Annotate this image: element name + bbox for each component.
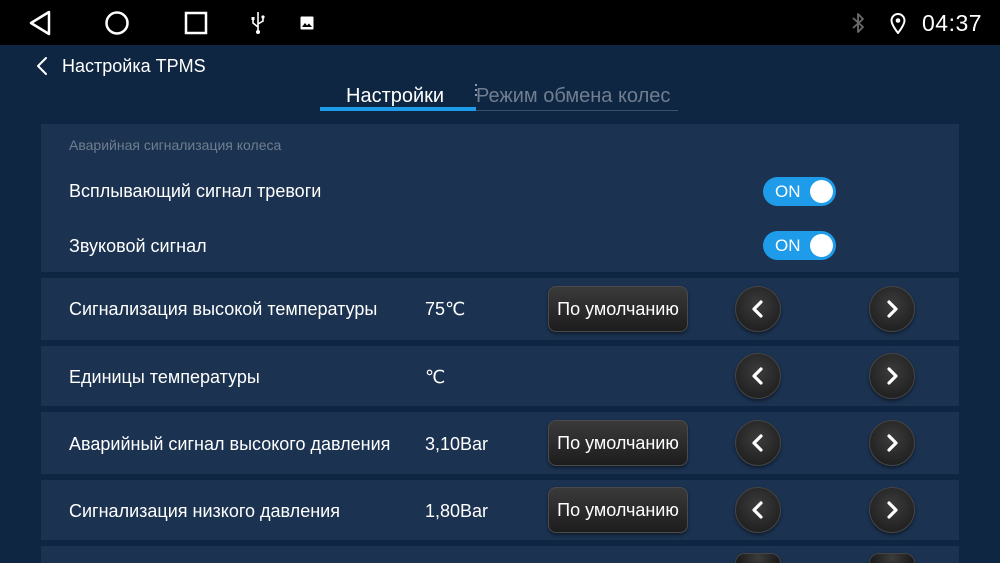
image-icon [300,16,314,30]
section-title: Аварийная сигнализация колеса [69,137,282,153]
low-pressure-value: 1,80Bar [425,501,489,521]
tab-settings[interactable]: Настройки [346,84,444,108]
popup-alarm-toggle[interactable]: ON [763,177,836,206]
page-title: Настройка TPMS [62,56,206,76]
temp-units-prev-button[interactable] [735,353,781,399]
toggle-state: ON [775,182,801,201]
toggle-knob [810,180,833,203]
clock: 04:37 [922,10,983,36]
chevron-left-icon[interactable] [34,55,50,77]
next-row-partial [41,546,959,563]
chevron-left-icon [752,434,763,452]
high-pressure-increase-button[interactable] [869,420,915,466]
high-temp-value: 75℃ [425,299,466,319]
high-temp-decrease-button[interactable] [735,286,781,332]
high-temp-default-button[interactable]: По умолчанию [548,286,688,332]
next-row-decrease-button[interactable] [735,553,781,563]
chevron-right-icon [887,300,898,318]
status-bar: 04:37 [0,0,1000,45]
recent-apps-icon[interactable] [184,11,208,35]
temp-units-next-button[interactable] [869,353,915,399]
chevron-right-icon [887,367,898,385]
sound-alarm-toggle[interactable]: ON [763,231,836,260]
high-pressure-label: Аварийный сигнал высокого давления [69,434,391,454]
usb-icon [250,11,266,35]
high-temp-label: Сигнализация высокой температуры [69,299,378,319]
popup-alarm-label: Всплывающий сигнал тревоги [69,181,322,201]
high-pressure-default-button[interactable]: По умолчанию [548,420,688,466]
back-icon[interactable] [28,10,52,36]
chevron-left-icon [752,367,763,385]
home-icon[interactable] [104,10,130,36]
tab-wheel-swap[interactable]: Режим обмена колес [476,84,670,108]
low-pressure-decrease-button[interactable] [735,487,781,533]
high-temp-increase-button[interactable] [869,286,915,332]
toggle-knob [810,234,833,257]
chevron-right-icon [887,501,898,519]
low-pressure-increase-button[interactable] [869,487,915,533]
high-pressure-decrease-button[interactable] [735,420,781,466]
temp-units-label: Единицы температуры [69,367,260,387]
sound-alarm-label: Звуковой сигнал [69,236,207,256]
temp-units-value: ℃ [425,367,446,387]
toggle-state: ON [775,236,801,255]
next-row-increase-button[interactable] [869,553,915,563]
chevron-left-icon [752,501,763,519]
chevron-right-icon [887,434,898,452]
location-icon [890,12,906,34]
bluetooth-icon [850,12,866,34]
low-pressure-label: Сигнализация низкого давления [69,501,340,521]
low-pressure-default-button[interactable]: По умолчанию [548,487,688,533]
chevron-left-icon [752,300,763,318]
high-pressure-value: 3,10Bar [425,434,489,454]
